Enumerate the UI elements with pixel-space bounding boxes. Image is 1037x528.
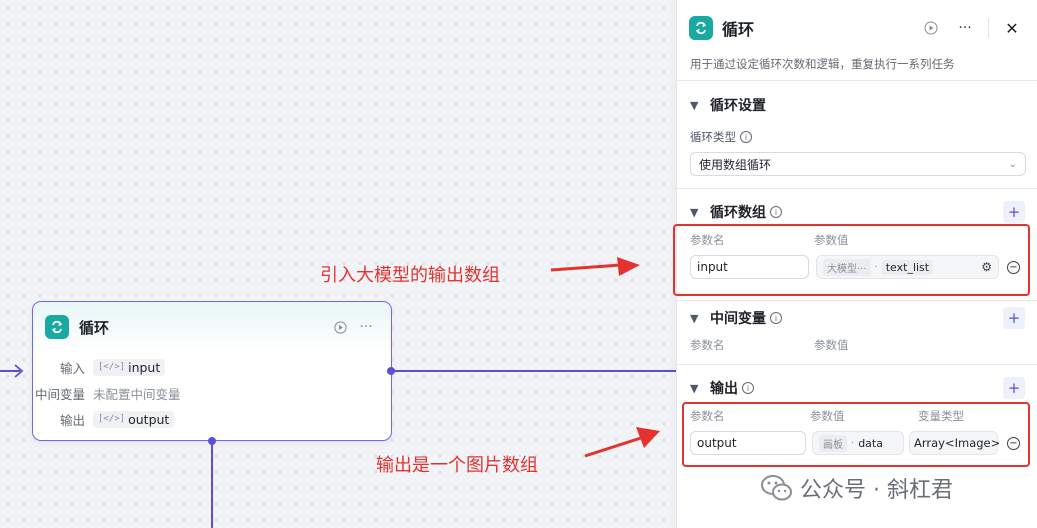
node-input-label: 输入 [59, 360, 85, 376]
array-icon: [</>] [98, 414, 126, 424]
section-middle-variable-title: 中间变量 [710, 311, 766, 327]
chevron-down-icon: ▼ [690, 205, 699, 219]
node-input-tag: [</>] input [93, 358, 166, 376]
more-icon[interactable]: ··· [353, 316, 379, 338]
loop-settings-panel: 循环 ··· ✕ 用于通过设定循环次数和逻辑，重复执行一系列任务 ▼ 循环设置 … [673, 0, 1037, 528]
info-icon[interactable]: i [740, 131, 752, 143]
loop-node-header: 循环 ··· [33, 302, 391, 352]
node-variable-label: 中间变量 [34, 386, 85, 402]
play-icon[interactable] [327, 316, 353, 338]
loop-type-label-row: 循环类型 i [690, 129, 752, 145]
add-output-button[interactable]: + [1003, 377, 1025, 399]
node-output-value: output [128, 411, 170, 427]
output-connection-line [392, 370, 676, 372]
middle-col-name: 参数名 [690, 338, 725, 352]
panel-description: 用于通过设定循环次数和逻辑，重复执行一系列任务 [690, 57, 955, 71]
loop-node[interactable]: 循环 ··· 输入 [</>] input 中间变量 未配置中间变量 输出 [</… [32, 301, 392, 441]
highlight-box-array [673, 224, 1030, 296]
loop-type-value: 使用数组循环 [699, 157, 772, 172]
annotation-top: 引入大模型的输出数组 [320, 265, 500, 286]
panel-header: 循环 ··· ✕ [677, 0, 1037, 56]
chevron-down-icon: ▼ [690, 311, 699, 325]
node-input-value: input [128, 359, 161, 375]
chevron-down-icon: ▼ [690, 381, 699, 395]
header-divider [988, 18, 989, 38]
loop-type-select[interactable]: 使用数组循环 ⌄ [690, 152, 1026, 176]
node-variable-row: 中间变量 未配置中间变量 [33, 380, 391, 406]
node-input-row: 输入 [</>] input [33, 354, 391, 380]
body-connection-line [211, 441, 213, 528]
section-output-title: 输出 [710, 381, 738, 397]
input-arrow-icon [14, 364, 24, 378]
array-icon: [</>] [98, 362, 126, 372]
more-icon[interactable]: ··· [952, 17, 978, 39]
close-icon[interactable]: ✕ [999, 17, 1025, 39]
annotation-arrow-icon [550, 257, 640, 276]
info-icon[interactable]: i [770, 206, 782, 218]
section-loop-settings-title: 循环设置 [710, 98, 766, 114]
node-variable-value: 未配置中间变量 [93, 386, 181, 402]
loop-node-title: 循环 [79, 318, 110, 337]
section-loop-array-title: 循环数组 [710, 205, 766, 221]
node-output-row: 输出 [</>] output [33, 406, 391, 432]
node-output-tag: [</>] output [93, 410, 175, 428]
watermark: 公众号 · 斜杠君 [760, 472, 953, 504]
watermark-text: 公众号 · 斜杠君 [800, 478, 953, 503]
node-output-label: 输出 [59, 412, 85, 428]
divider [677, 188, 1037, 189]
play-icon[interactable] [918, 17, 944, 39]
info-icon[interactable]: i [742, 382, 754, 394]
info-icon[interactable]: i [770, 312, 782, 324]
add-array-param-button[interactable]: + [1003, 201, 1025, 223]
loop-icon [689, 16, 713, 40]
annotation-arrow-icon [584, 427, 660, 458]
panel-title: 循环 [722, 20, 755, 39]
add-middle-variable-button[interactable]: + [1003, 307, 1025, 329]
chevron-down-icon: ⌄ [1008, 158, 1017, 170]
middle-col-value: 参数值 [814, 338, 849, 352]
wechat-icon [761, 475, 792, 501]
highlight-box-output [682, 402, 1030, 467]
divider [677, 364, 1037, 365]
chevron-down-icon: ▼ [690, 98, 699, 112]
loop-type-label: 循环类型 [690, 130, 736, 144]
body-port[interactable] [208, 437, 216, 445]
output-port[interactable] [387, 367, 395, 375]
annotation-bottom: 输出是一个图片数组 [376, 455, 538, 476]
divider [677, 80, 1037, 81]
section-middle-variable[interactable]: ▼ 中间变量 i + [677, 298, 1037, 338]
section-loop-settings[interactable]: ▼ 循环设置 [677, 85, 1037, 125]
loop-icon [45, 315, 69, 339]
